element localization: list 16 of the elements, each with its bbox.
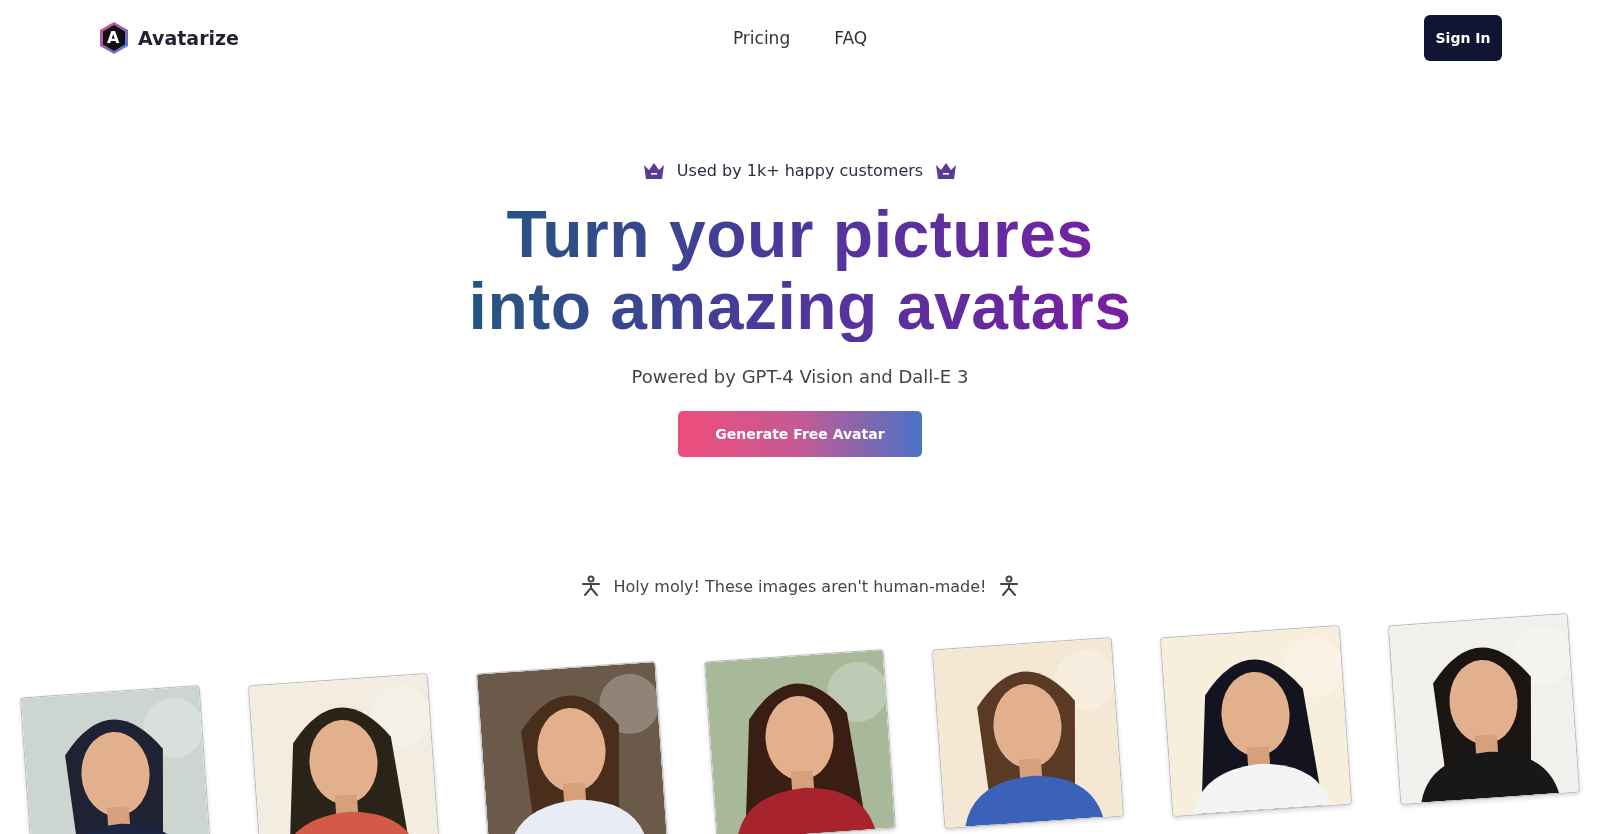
sign-in-button[interactable]: Sign In (1424, 15, 1502, 61)
subtitle: Powered by GPT-4 Vision and Dall-E 3 (631, 366, 969, 387)
brand-name: Avatarize (138, 27, 239, 49)
generate-avatar-button[interactable]: Generate Free Avatar (678, 411, 922, 457)
person-icon (581, 575, 602, 597)
headline: into amazing avatars (468, 270, 1132, 342)
hexagon-logo-icon (98, 21, 130, 55)
person-icon (998, 575, 1019, 597)
gallery-caption: Holy moly! These images aren't human-made! (613, 576, 987, 596)
nav-link[interactable]: FAQ (834, 28, 868, 48)
badge-text: Used by 1k+ happy customers (676, 161, 924, 180)
nav-link[interactable]: Pricing (732, 28, 791, 48)
logo-letter: A (107, 28, 120, 47)
crown-icon (935, 161, 958, 180)
crown-icon (642, 161, 665, 180)
headline: Turn your pictures (505, 198, 1095, 270)
